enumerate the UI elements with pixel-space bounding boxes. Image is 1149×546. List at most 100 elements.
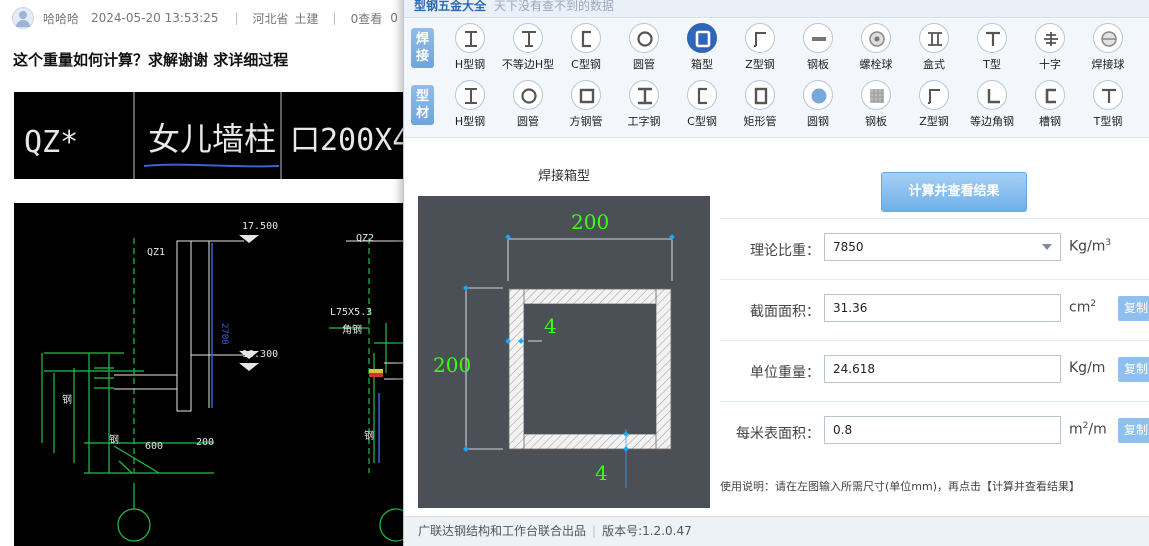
tool-t-section-button[interactable]: T型钢 [1080, 80, 1136, 129]
tool-c-channel-button[interactable]: C型钢 [558, 23, 614, 72]
cad-angle-label: L75X5.3 [330, 307, 372, 318]
tool-channel-button[interactable]: 槽钢 [1022, 80, 1078, 129]
tool-label: 圆钢 [807, 115, 829, 128]
surface-area-copy-button[interactable]: 复制 [1118, 418, 1149, 443]
cad-label-parapet: 女儿墙柱 [148, 120, 276, 158]
cad-label-section: 口200X4 [290, 123, 403, 158]
meta-separator: | [332, 11, 337, 25]
box-section-drawing: 200 200 4 4 [433, 210, 675, 488]
tool-box-type-button[interactable]: 盒式 [906, 23, 962, 72]
tool-label: 钢板 [865, 115, 887, 128]
tool-c-channel-button[interactable]: C型钢 [674, 80, 730, 129]
post-category[interactable]: 土建 [295, 10, 319, 27]
app-footer: 广联达钢结构和工作台联合出品 | 版本号:1.2.0.47 [404, 516, 1149, 546]
tool-label: 不等边H型 [501, 58, 555, 71]
tool-t-section-button[interactable]: T型 [964, 23, 1020, 72]
field-row-section-area: 截面面积： 31.36 cm2 复制 [720, 279, 1149, 339]
tool-checker-plate-button[interactable]: 钢板 [848, 80, 904, 129]
tool-label: 盒式 [923, 58, 945, 71]
box-section-diagram: 200 200 4 4 [418, 196, 710, 508]
unit-exponent: 2 [1090, 299, 1097, 309]
steel-calculator-window: 型钢五金大全 天下没有查不到的数据 焊接 型材 H型钢 不等边H型 C型钢 圆管 箱型 Z… [403, 0, 1149, 546]
cad-label-drawing: QZ* 女儿墙柱 口200X4 [24, 92, 403, 179]
cad-image-detail[interactable]: 17.500 16.300 QZ1 QZ2 600 200 L75X5.3 角钢… [14, 203, 403, 546]
tool-h-beam-button[interactable]: H型钢 [442, 80, 498, 129]
author-name[interactable]: 哈哈哈 [43, 10, 79, 27]
dim-width-label[interactable]: 200 [571, 210, 609, 234]
z-section-icon [919, 80, 949, 110]
tool-label: T型钢 [1093, 115, 1123, 128]
density-unit: Kg/m3 [1069, 238, 1111, 255]
tool-round-pipe-button[interactable]: 圆管 [500, 80, 556, 129]
box-section-icon [687, 23, 717, 53]
section-area-copy-button[interactable]: 复制 [1118, 296, 1149, 321]
tool-label: 等边角钢 [970, 115, 1014, 128]
surface-area-field[interactable]: 0.8 [824, 416, 1061, 444]
tool-label: C型钢 [687, 115, 717, 128]
app-title: 型钢五金大全 [414, 0, 487, 13]
post-meta: 哈哈哈 2024-05-20 13:53:25 | 河北省 土建 | 0查看 0 [12, 6, 403, 30]
cad-dim-200: 200 [196, 437, 214, 448]
c-channel-icon [571, 23, 601, 53]
tool-z-section-button[interactable]: Z型钢 [732, 23, 788, 72]
tool-unequal-h-button[interactable]: 不等边H型 [500, 23, 556, 72]
bolt-ball-icon [861, 23, 891, 53]
dim-height-label[interactable]: 200 [433, 353, 471, 377]
avatar[interactable] [12, 7, 34, 29]
dim-bottom-thickness-label[interactable]: 4 [595, 461, 608, 485]
unit-weight-copy-button[interactable]: 复制 [1118, 357, 1149, 382]
tool-label: 圆管 [633, 58, 655, 71]
unit-weight-field[interactable]: 24.618 [824, 355, 1061, 383]
tool-square-tube-button[interactable]: 方钢管 [558, 80, 614, 129]
forum-post: 哈哈哈 2024-05-20 13:53:25 | 河北省 土建 | 0查看 0… [0, 0, 403, 546]
channel-icon [1035, 80, 1065, 110]
tool-cross-section-button[interactable]: 十字 [1022, 23, 1078, 72]
tool-plate-button[interactable]: 钢板 [790, 23, 846, 72]
density-value: 7850 [833, 240, 864, 254]
box-type-icon [919, 23, 949, 53]
cad-note-right: 钢 [364, 429, 374, 442]
tool-weld-ball-button[interactable]: 焊接球 [1080, 23, 1136, 72]
tool-round-pipe-button[interactable]: 圆管 [616, 23, 672, 72]
tool-z-section-button[interactable]: Z型钢 [906, 80, 962, 129]
cad-elevation-top: 17.500 [242, 221, 278, 232]
tool-label: 矩形管 [743, 115, 777, 128]
tool-box-section-button[interactable]: 箱型 [674, 23, 730, 72]
dim-side-thickness-label[interactable]: 4 [544, 314, 557, 338]
h-beam-icon [455, 23, 485, 53]
calculate-button[interactable]: 计算并查看结果 [881, 172, 1027, 212]
unit-base: cm [1069, 299, 1091, 316]
section-type-toolbar: 焊接 型材 H型钢 不等边H型 C型钢 圆管 箱型 Z型钢 钢板 螺栓球 盒式 T型 十字 焊接球 H… [404, 19, 1149, 138]
app-titlebar[interactable]: 型钢五金大全 天下没有查不到的数据 [404, 0, 1149, 18]
unit-base: m [1069, 421, 1083, 438]
tool-bolt-ball-button[interactable]: 螺栓球 [848, 23, 904, 72]
tool-i-beam-button[interactable]: 工字钢 [616, 80, 672, 129]
chevron-down-icon[interactable] [1042, 244, 1052, 250]
surface-area-unit: m2/m [1069, 421, 1107, 438]
round-bar-icon [803, 80, 833, 110]
post-datetime: 2024-05-20 13:53:25 [91, 11, 219, 25]
unit-base: Kg/m [1069, 360, 1106, 376]
cad-image-label-row[interactable]: QZ* 女儿墙柱 口200X4 [14, 92, 403, 179]
cad-label-qz: QZ* [24, 125, 78, 160]
tool-h-beam-button[interactable]: H型钢 [442, 23, 498, 72]
tool-round-bar-button[interactable]: 圆钢 [790, 80, 846, 129]
diagram-title: 焊接箱型 [537, 169, 590, 184]
density-select[interactable]: 7850 [824, 233, 1061, 261]
tool-label: 工字钢 [627, 115, 661, 128]
unit-tail: /m [1088, 421, 1107, 438]
footer-publisher: 广联达钢结构和工作台联合出品 [418, 524, 587, 538]
unit-base: Kg/m [1069, 238, 1106, 255]
field-row-unit-weight: 单位重量： 24.618 Kg/m 复制 [720, 340, 1149, 400]
tool-rect-tube-button[interactable]: 矩形管 [732, 80, 788, 129]
cad-note-left2: 钢 [109, 433, 119, 446]
cross-section-icon [1035, 23, 1065, 53]
tool-label: H型钢 [454, 58, 486, 71]
cad-note-left1: 钢 [62, 393, 72, 406]
tool-more-button[interactable]: 不 [1138, 80, 1149, 133]
checker-plate-icon [861, 80, 891, 110]
tool-angle-button[interactable]: 等边角钢 [964, 80, 1020, 129]
footer-separator: | [592, 524, 597, 538]
section-area-field[interactable]: 31.36 [824, 294, 1061, 322]
row-tag-profile: 型材 [411, 85, 434, 125]
